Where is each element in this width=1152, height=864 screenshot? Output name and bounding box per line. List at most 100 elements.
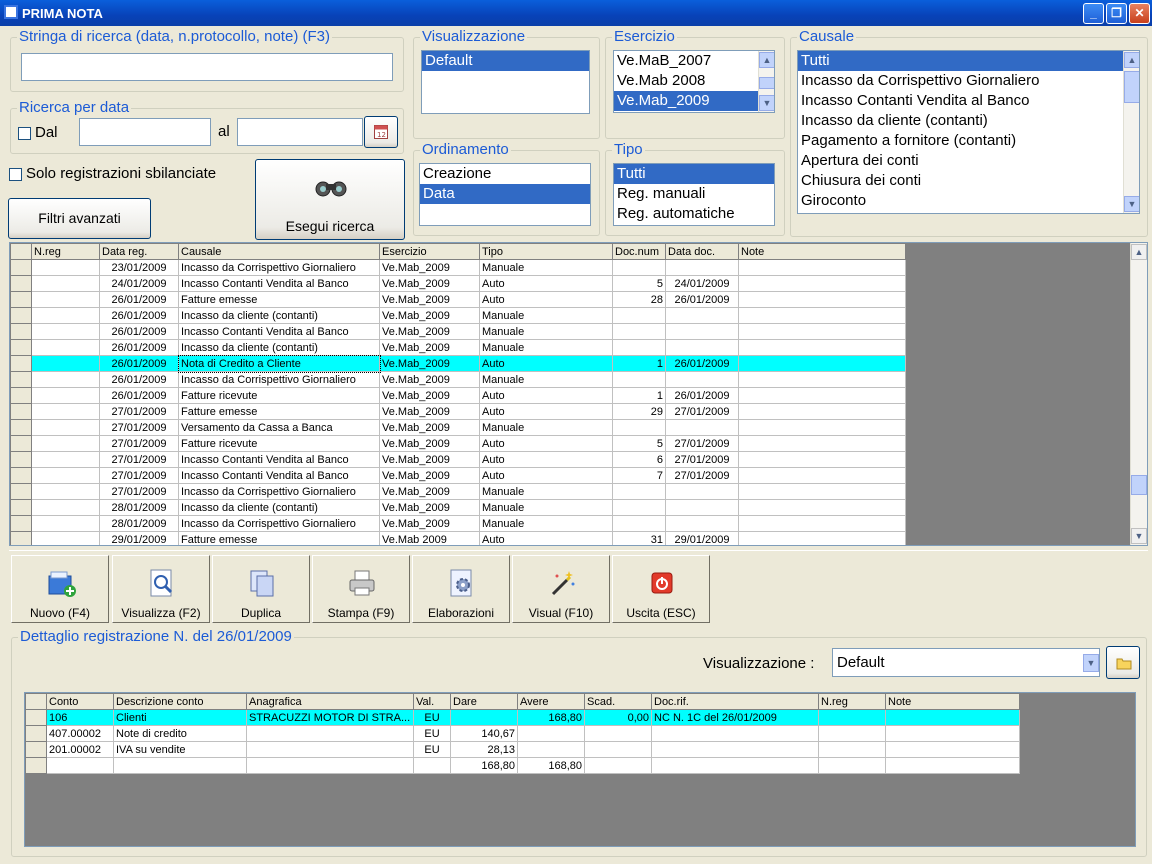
scroll-thumb[interactable] <box>759 77 774 89</box>
row-indicator[interactable] <box>10 419 32 436</box>
column-header[interactable]: Esercizio <box>379 243 480 260</box>
causale-item[interactable]: Incasso da cliente (contanti) <box>798 111 1139 131</box>
row-indicator[interactable] <box>10 451 32 468</box>
row-indicator[interactable] <box>10 403 32 420</box>
row-indicator[interactable] <box>10 355 32 372</box>
table-row[interactable]: 28/01/2009 Incasso da Corrispettivo Giorn… <box>10 515 906 532</box>
table-row[interactable]: 27/01/2009 Incasso Contanti Vendita al Ba… <box>10 451 906 468</box>
column-header[interactable]: Avere <box>517 693 585 710</box>
scroll-down-icon[interactable]: ▼ <box>759 95 774 111</box>
table-row[interactable]: 27/01/2009 Incasso da Corrispettivo Giorn… <box>10 483 906 500</box>
chevron-down-icon[interactable]: ▼ <box>1083 654 1099 672</box>
esercizio-item[interactable]: Ve.MaB_2007 <box>614 51 774 71</box>
row-indicator[interactable] <box>10 499 32 516</box>
table-row[interactable]: 201.00002 IVA su vendite EU 28,13 <box>25 741 1020 758</box>
column-header[interactable]: N.reg <box>818 693 886 710</box>
causale-list[interactable]: Tutti Incasso da Corrispettivo Giornalier… <box>797 50 1140 214</box>
toolbar-button-printer[interactable]: Stampa (F9) <box>312 555 410 623</box>
row-indicator[interactable] <box>10 483 32 500</box>
row-indicator[interactable] <box>10 291 32 308</box>
detail-folder-button[interactable] <box>1106 646 1140 679</box>
toolbar-button-new-folder[interactable]: Nuovo (F4) <box>11 555 109 623</box>
column-header[interactable]: Tipo <box>479 243 613 260</box>
row-indicator[interactable] <box>10 435 32 452</box>
column-header[interactable]: Doc.rif. <box>651 693 819 710</box>
ordinamento-list[interactable]: Creazione Data <box>419 163 591 226</box>
table-row[interactable]: 168,80 168,80 <box>25 757 1020 774</box>
tipo-item[interactable]: Tutti <box>614 164 774 184</box>
causale-item[interactable]: Apertura dei conti <box>798 151 1139 171</box>
table-row[interactable]: 26/01/2009 Incasso da cliente (contanti) V… <box>10 339 906 356</box>
column-header[interactable]: N.reg <box>31 243 100 260</box>
toolbar-button-view-magnifier[interactable]: Visualizza (F2) <box>112 555 210 623</box>
row-indicator[interactable] <box>10 531 32 545</box>
row-indicator[interactable] <box>10 323 32 340</box>
causale-item[interactable]: Incasso Contanti Vendita al Banco <box>798 91 1139 111</box>
table-row[interactable]: 27/01/2009 Fatture emesse Ve.Mab_2009 Auto 2… <box>10 403 906 420</box>
table-row[interactable]: 106 Clienti STRACUZZI MOTOR DI STRA... EU 16… <box>25 709 1020 726</box>
column-header[interactable]: Causale <box>178 243 380 260</box>
column-header[interactable]: Val. <box>413 693 451 710</box>
esercizio-item[interactable]: Ve.Mab 2008 <box>614 71 774 91</box>
column-header[interactable]: Data doc. <box>665 243 739 260</box>
row-indicator[interactable] <box>10 307 32 324</box>
row-indicator[interactable] <box>10 387 32 404</box>
row-indicator[interactable] <box>25 709 47 726</box>
scroll-thumb[interactable] <box>1124 71 1139 103</box>
date-to-input[interactable] <box>237 118 363 146</box>
row-indicator[interactable] <box>10 467 32 484</box>
causale-item[interactable]: Incasso da Corrispettivo Giornaliero <box>798 71 1139 91</box>
column-header[interactable]: Note <box>885 693 1020 710</box>
column-header[interactable]: Dare <box>450 693 518 710</box>
table-row[interactable]: 29/01/2009 Fatture emesse Ve.Mab 2009 Auto 3… <box>10 531 906 545</box>
esercizio-list[interactable]: Ve.MaB_2007 Ve.Mab 2008 Ve.Mab_2009 ▲ ▼ <box>613 50 775 113</box>
close-button[interactable]: ✕ <box>1129 3 1150 24</box>
advanced-filters-button[interactable]: Filtri avanzati <box>8 198 151 239</box>
column-header[interactable]: Note <box>738 243 906 260</box>
causale-item[interactable]: Giroconto <box>798 191 1139 211</box>
causale-item[interactable]: Pagamento a fornitore (contanti) <box>798 131 1139 151</box>
table-row[interactable]: 26/01/2009 Fatture ricevute Ve.Mab_2009 Aut… <box>10 387 906 404</box>
table-row[interactable]: 26/01/2009 Incasso da cliente (contanti) V… <box>10 307 906 324</box>
minimize-button[interactable]: _ <box>1083 3 1104 24</box>
scroll-up-icon[interactable]: ▲ <box>1124 52 1139 68</box>
table-row[interactable]: 27/01/2009 Fatture ricevute Ve.Mab_2009 Aut… <box>10 435 906 452</box>
table-row[interactable]: 27/01/2009 Versamento da Cassa a Banca Ve.… <box>10 419 906 436</box>
causale-item[interactable]: Chiusura dei conti <box>798 171 1139 191</box>
calendar-button[interactable]: 12 <box>364 116 398 148</box>
detail-view-select[interactable]: Default ▼ <box>832 648 1100 677</box>
causale-scrollbar[interactable]: ▲ ▼ <box>1123 51 1139 213</box>
row-indicator[interactable] <box>25 725 47 742</box>
visualizzazione-item[interactable]: Default <box>422 51 589 71</box>
column-header[interactable]: Conto <box>46 693 114 710</box>
scroll-thumb[interactable] <box>1131 475 1147 495</box>
row-indicator[interactable] <box>25 757 47 774</box>
table-row[interactable]: 26/01/2009 Nota di Credito a Cliente Ve.Ma… <box>10 354 906 373</box>
column-header[interactable]: Anagrafica <box>246 693 414 710</box>
scroll-down-icon[interactable]: ▼ <box>1124 196 1139 212</box>
tipo-item[interactable]: Reg. automatiche <box>614 204 774 224</box>
scroll-up-icon[interactable]: ▲ <box>1131 244 1147 260</box>
column-header[interactable]: Doc.num <box>612 243 666 260</box>
maximize-button[interactable]: ❐ <box>1106 3 1127 24</box>
table-row[interactable]: 23/01/2009 Incasso da Corrispettivo Giorn… <box>10 259 906 276</box>
row-indicator[interactable] <box>10 371 32 388</box>
detail-grid[interactable]: Conto Descrizione conto Anagrafica Val. Dare… <box>24 692 1136 847</box>
table-row[interactable]: 407.00002 Note di credito EU 140,67 <box>25 725 1020 742</box>
search-input[interactable] <box>21 53 393 81</box>
only-unbalanced-checkbox[interactable] <box>9 168 22 181</box>
scroll-up-icon[interactable]: ▲ <box>759 52 774 68</box>
execute-search-button[interactable]: Esegui ricerca <box>255 159 405 240</box>
toolbar-button-magic-wand[interactable]: Visual (F10) <box>512 555 610 623</box>
row-indicator[interactable] <box>10 339 32 356</box>
table-row[interactable]: 26/01/2009 Fatture emesse Ve.Mab_2009 Auto 2… <box>10 291 906 308</box>
column-header[interactable]: Scad. <box>584 693 652 710</box>
scroll-down-icon[interactable]: ▼ <box>1131 528 1147 544</box>
row-indicator[interactable] <box>10 275 32 292</box>
table-row[interactable]: 27/01/2009 Incasso Contanti Vendita al Ba… <box>10 467 906 484</box>
table-row[interactable]: 28/01/2009 Incasso da cliente (contanti) V… <box>10 499 906 516</box>
row-indicator[interactable] <box>10 515 32 532</box>
ordinamento-item[interactable]: Data <box>420 184 590 204</box>
main-grid-scrollbar[interactable]: ▲ ▼ <box>1130 243 1147 545</box>
row-indicator[interactable] <box>25 741 47 758</box>
